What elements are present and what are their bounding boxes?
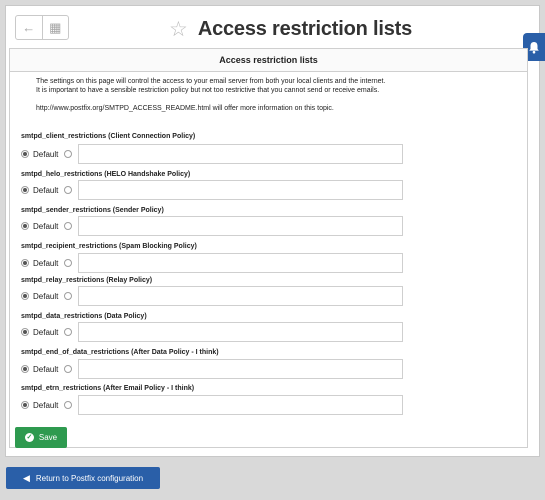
field-label-client: smtpd_client_restrictions (Client Connec… [21,133,196,140]
radio-label-default: Default [33,364,59,374]
back-arrow-icon[interactable]: ← [16,16,42,39]
option-row-recipient: Default [21,253,404,273]
field-label-etrn: smtpd_etrn_restrictions (After Email Pol… [21,385,195,392]
radio-default-recipient[interactable] [21,259,29,267]
radio-custom-end-of-data[interactable] [64,365,73,373]
option-row-end-of-data: Default [21,359,404,379]
title-row: ☆ Access restriction lists [169,14,412,44]
radio-label-default: Default [33,258,59,268]
helo-restrictions-input[interactable] [78,180,404,200]
field-label-recipient: smtpd_recipient_restrictions (Spam Block… [21,243,197,250]
radio-custom-client[interactable] [64,150,73,158]
module-index-icon[interactable]: ▦ [41,16,69,39]
check-circle-icon: ✓ [24,433,34,442]
radio-default-etrn[interactable] [21,401,29,409]
radio-default-relay[interactable] [21,292,29,300]
field-label-sender: smtpd_sender_restrictions (Sender Policy… [21,207,164,214]
option-row-sender: Default [21,216,404,236]
radio-default-helo[interactable] [21,186,29,194]
arrow-left-icon: ◀ [22,472,30,483]
radio-label-default: Default [33,149,59,159]
radio-custom-data[interactable] [64,328,73,336]
data-restrictions-input[interactable] [78,322,404,342]
relay-restrictions-input[interactable] [78,286,404,306]
radio-custom-helo[interactable] [64,186,73,194]
radio-custom-etrn[interactable] [64,401,73,409]
field-label-end-of-data: smtpd_end_of_data_restrictions (After Da… [21,349,219,356]
page-title: Access restriction lists [197,17,413,40]
etrn-restrictions-input[interactable] [78,395,404,415]
sender-restrictions-input[interactable] [78,216,404,236]
radio-label-default: Default [33,221,59,231]
radio-default-data[interactable] [21,328,29,336]
radio-default-sender[interactable] [21,222,29,230]
radio-custom-relay[interactable] [64,292,73,300]
option-row-client: Default [21,144,404,164]
page: ← ▦ ☆ Access restriction lists Access re… [0,0,545,500]
radio-default-end-of-data[interactable] [21,365,29,373]
field-label-relay: smtpd_relay_restrictions (Relay Policy) [21,277,153,284]
return-button-label: Return to Postfix configuration [35,473,144,483]
intro-line: It is important to have a sensible restr… [36,87,380,95]
intro-line: The settings on this page will control t… [36,78,386,85]
intro-text: The settings on this page will control t… [36,77,385,113]
nav-button-group: ← ▦ [15,15,69,40]
radio-label-default: Default [33,291,59,301]
option-row-relay: Default [21,286,404,306]
option-row-helo: Default [21,180,404,200]
option-row-data: Default [21,322,404,342]
readme-line: http://www.postfix.org/SMTPD_ACCESS_READ… [36,104,334,112]
radio-label-default: Default [33,327,59,337]
end-of-data-restrictions-input[interactable] [78,359,404,379]
field-label-helo: smtpd_helo_restrictions (HELO Handshake … [21,171,191,178]
return-button[interactable]: ◀ Return to Postfix configuration [6,467,160,489]
radio-default-client[interactable] [21,150,29,158]
radio-custom-recipient[interactable] [64,259,73,267]
star-icon[interactable]: ☆ [169,19,188,40]
table-heading: Access restriction lists [10,49,527,72]
save-button-label: Save [38,433,58,442]
radio-label-default: Default [33,400,59,410]
recipient-restrictions-input[interactable] [78,253,404,273]
client-restrictions-input[interactable] [78,144,404,164]
radio-label-default: Default [33,185,59,195]
option-row-etrn: Default [21,395,404,415]
save-button[interactable]: ✓ Save [15,427,67,448]
radio-custom-sender[interactable] [64,222,73,230]
bell-icon [529,41,539,53]
field-label-data: smtpd_data_restrictions (Data Policy) [21,313,147,320]
